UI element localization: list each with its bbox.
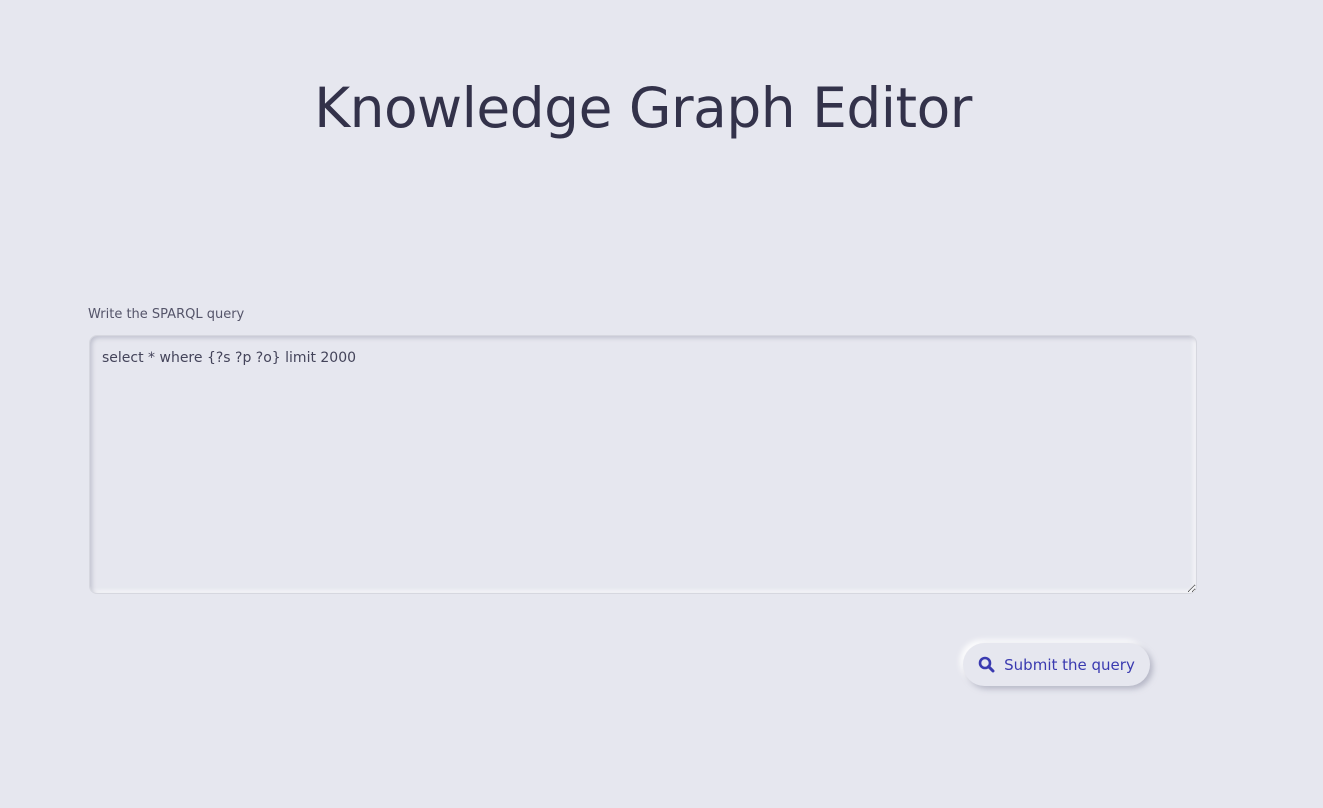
submit-query-button[interactable]: Submit the query bbox=[963, 643, 1150, 686]
submit-query-label: Submit the query bbox=[1004, 655, 1135, 674]
page: Knowledge Graph Editor Write the SPARQL … bbox=[0, 0, 1323, 808]
sparql-query-input[interactable]: select * where {?s ?p ?o} limit 2000 bbox=[89, 335, 1197, 594]
page-title: Knowledge Graph Editor bbox=[314, 76, 972, 140]
search-icon bbox=[978, 656, 995, 673]
query-label: Write the SPARQL query bbox=[88, 307, 245, 322]
